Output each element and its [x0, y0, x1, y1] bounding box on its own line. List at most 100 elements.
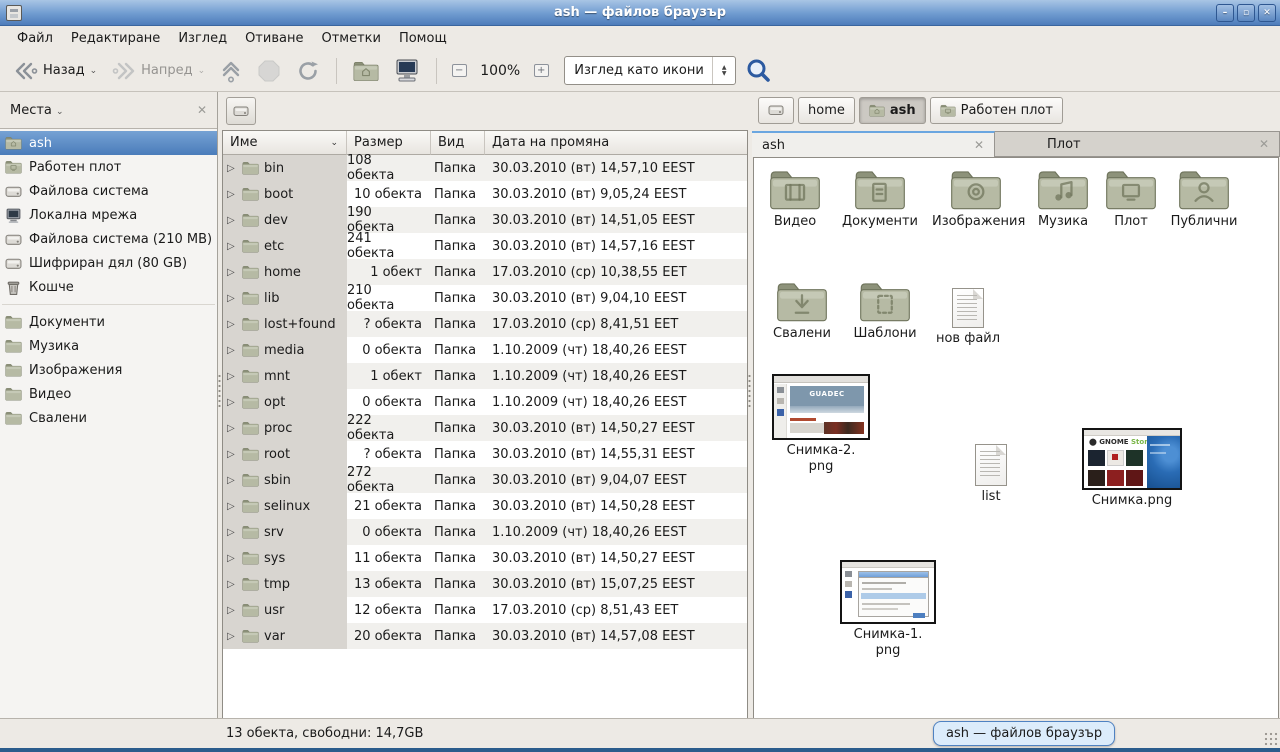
- expander-icon[interactable]: ▷: [227, 475, 237, 486]
- table-row-opt[interactable]: ▷ opt0 обектаПапка1.10.2009 (чт) 18,40,2…: [223, 389, 747, 415]
- icon-view[interactable]: Видео Документи Изображения Музика Плот …: [753, 157, 1279, 718]
- sidebar-item-6[interactable]: Кошче: [0, 275, 217, 299]
- reload-button[interactable]: [290, 55, 326, 87]
- back-button[interactable]: Назад ⌄: [8, 55, 103, 87]
- column-header-name[interactable]: Име ⌄: [223, 131, 347, 155]
- file-icon-7[interactable]: Шаблони: [844, 280, 926, 342]
- file-icon-6[interactable]: Свалени: [760, 280, 844, 342]
- sidebar-item-8[interactable]: Документи: [0, 310, 217, 334]
- sidebar-item-12[interactable]: Свалени: [0, 406, 217, 430]
- sidebar-splitter[interactable]: [218, 92, 222, 718]
- menu-item-2[interactable]: Изглед: [169, 28, 236, 49]
- resize-grip[interactable]: [1264, 732, 1278, 746]
- menu-item-1[interactable]: Редактиране: [62, 28, 169, 49]
- file-icon-11[interactable]: ⬤ GNOME Store Снимка.png: [1080, 428, 1184, 509]
- sidebar-item-9[interactable]: Музика: [0, 334, 217, 358]
- table-row-boot[interactable]: ▷ boot10 обектаПапка30.03.2010 (вт) 9,05…: [223, 181, 747, 207]
- file-icon-8[interactable]: нов файл: [926, 288, 1010, 347]
- back-history-chevron-icon[interactable]: ⌄: [90, 66, 98, 76]
- expander-icon[interactable]: ▷: [227, 449, 237, 460]
- path-button-ash[interactable]: ash: [859, 97, 926, 124]
- sidebar-item-3[interactable]: Локална мрежа: [0, 203, 217, 227]
- sidebar-item-11[interactable]: Видео: [0, 382, 217, 406]
- expander-icon[interactable]: ▷: [227, 501, 237, 512]
- sidebar-item-0[interactable]: ash: [0, 131, 217, 155]
- expander-icon[interactable]: ▷: [227, 267, 237, 278]
- path-button-Работен плот[interactable]: Работен плот: [930, 97, 1063, 124]
- minimize-button[interactable]: –: [1216, 4, 1234, 22]
- table-row-mnt[interactable]: ▷ mnt1 обектПапка1.10.2009 (чт) 18,40,26…: [223, 363, 747, 389]
- file-icon-10[interactable]: list: [950, 444, 1032, 505]
- path-button-root[interactable]: [226, 97, 256, 125]
- expander-icon[interactable]: ▷: [227, 579, 237, 590]
- file-icon-2[interactable]: Изображения: [932, 168, 1020, 230]
- expander-icon[interactable]: ▷: [227, 605, 237, 616]
- file-icon-12[interactable]: Снимка-1. png: [838, 560, 938, 660]
- table-row-tmp[interactable]: ▷ tmp13 обектаПапка30.03.2010 (вт) 15,07…: [223, 571, 747, 597]
- computer-button[interactable]: [388, 55, 426, 87]
- zoom-out-button[interactable]: −: [447, 59, 471, 83]
- stop-button[interactable]: [251, 55, 287, 87]
- places-close-button[interactable]: ✕: [197, 103, 207, 117]
- table-row-sbin[interactable]: ▷ sbin272 обектаПапка30.03.2010 (вт) 9,0…: [223, 467, 747, 493]
- table-row-selinux[interactable]: ▷ selinux21 обектаПапка30.03.2010 (вт) 1…: [223, 493, 747, 519]
- expander-icon[interactable]: ▷: [227, 345, 237, 356]
- table-row-root[interactable]: ▷ root? обектаПапка30.03.2010 (вт) 14,55…: [223, 441, 747, 467]
- table-row-home[interactable]: ▷ home1 обектПапка17.03.2010 (ср) 10,38,…: [223, 259, 747, 285]
- view-mode-select[interactable]: Изглед като икони ▲▼: [564, 56, 736, 85]
- menu-item-3[interactable]: Отиване: [236, 28, 312, 49]
- places-title-button[interactable]: Места ⌄: [10, 103, 64, 118]
- expander-icon[interactable]: ▷: [227, 293, 237, 304]
- table-row-media[interactable]: ▷ media0 обектаПапка1.10.2009 (чт) 18,40…: [223, 337, 747, 363]
- expander-icon[interactable]: ▷: [227, 215, 237, 226]
- menu-item-5[interactable]: Помощ: [390, 28, 456, 49]
- table-row-proc[interactable]: ▷ proc222 обектаПапка30.03.2010 (вт) 14,…: [223, 415, 747, 441]
- table-row-lost+found[interactable]: ▷ lost+found? обектаПапка17.03.2010 (ср)…: [223, 311, 747, 337]
- menu-item-4[interactable]: Отметки: [312, 28, 389, 49]
- file-icon-9[interactable]: GUADEC Снимка-2. png: [770, 374, 872, 476]
- tab-close-icon[interactable]: ✕: [974, 138, 984, 152]
- expander-icon[interactable]: ▷: [227, 631, 237, 642]
- table-row-etc[interactable]: ▷ etc241 обектаПапка30.03.2010 (вт) 14,5…: [223, 233, 747, 259]
- forward-button[interactable]: Напред ⌄: [106, 55, 211, 87]
- tab-ash[interactable]: ash✕: [752, 131, 995, 157]
- path-button-home[interactable]: home: [798, 97, 855, 124]
- expander-icon[interactable]: ▷: [227, 189, 237, 200]
- file-icon-0[interactable]: Видео: [754, 168, 836, 230]
- table-row-srv[interactable]: ▷ srv0 обектаПапка1.10.2009 (чт) 18,40,2…: [223, 519, 747, 545]
- search-button[interactable]: [739, 55, 778, 87]
- expander-icon[interactable]: ▷: [227, 371, 237, 382]
- expander-icon[interactable]: ▷: [227, 527, 237, 538]
- expander-icon[interactable]: ▷: [227, 397, 237, 408]
- sidebar-item-10[interactable]: Изображения: [0, 358, 217, 382]
- up-button[interactable]: [214, 55, 248, 87]
- file-icon-4[interactable]: Плот: [1092, 168, 1170, 230]
- table-row-lib[interactable]: ▷ lib210 обектаПапка30.03.2010 (вт) 9,04…: [223, 285, 747, 311]
- tab-Плот[interactable]: Плот✕: [995, 131, 1280, 157]
- file-icon-1[interactable]: Документи: [832, 168, 928, 230]
- titlebar[interactable]: ash — файлов браузър –▫✕: [0, 0, 1280, 26]
- sidebar-item-1[interactable]: Работен плот: [0, 155, 217, 179]
- expander-icon[interactable]: ▷: [227, 423, 237, 434]
- column-header-date[interactable]: Дата на промяна: [485, 131, 747, 155]
- column-header-type[interactable]: Вид: [431, 131, 485, 155]
- menu-item-0[interactable]: Файл: [8, 28, 62, 49]
- sidebar-item-4[interactable]: Файлова система (210 MB): [0, 227, 217, 251]
- close-button[interactable]: ✕: [1258, 4, 1276, 22]
- path-button-root[interactable]: [758, 97, 794, 124]
- expander-icon[interactable]: ▷: [227, 241, 237, 252]
- table-row-sys[interactable]: ▷ sys11 обектаПапка30.03.2010 (вт) 14,50…: [223, 545, 747, 571]
- table-row-dev[interactable]: ▷ dev190 обектаПапка30.03.2010 (вт) 14,5…: [223, 207, 747, 233]
- expander-icon[interactable]: ▷: [227, 553, 237, 564]
- table-row-usr[interactable]: ▷ usr12 обектаПапка17.03.2010 (ср) 8,51,…: [223, 597, 747, 623]
- table-row-var[interactable]: ▷ var20 обектаПапка30.03.2010 (вт) 14,57…: [223, 623, 747, 649]
- home-button[interactable]: [347, 55, 385, 87]
- column-header-size[interactable]: Размер: [347, 131, 431, 155]
- expander-icon[interactable]: ▷: [227, 319, 237, 330]
- table-row-bin[interactable]: ▷ bin108 обектаПапка30.03.2010 (вт) 14,5…: [223, 155, 747, 181]
- maximize-button[interactable]: ▫: [1237, 4, 1255, 22]
- sidebar-item-5[interactable]: Шифриран дял (80 GB): [0, 251, 217, 275]
- tab-close-icon[interactable]: ✕: [1259, 137, 1269, 151]
- expander-icon[interactable]: ▷: [227, 163, 237, 174]
- file-icon-5[interactable]: Публични: [1162, 168, 1246, 230]
